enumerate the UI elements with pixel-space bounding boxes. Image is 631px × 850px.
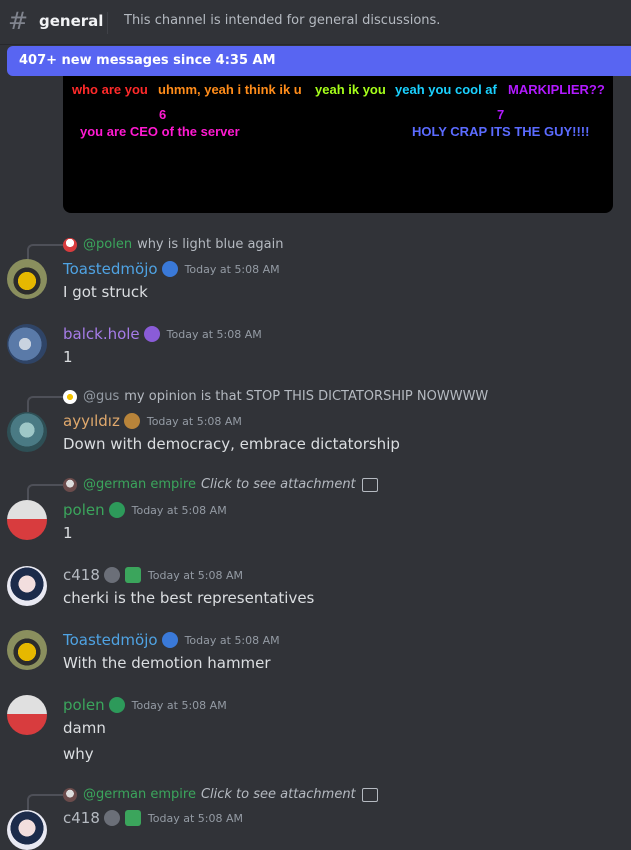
meme-number: 6 xyxy=(159,107,167,122)
sprout-badge-icon xyxy=(124,567,141,583)
avatar[interactable] xyxy=(7,695,47,735)
message-list: who are you uhmm, yeah i think ik u yeah… xyxy=(0,0,631,850)
avatar[interactable] xyxy=(7,412,47,452)
avatar[interactable] xyxy=(7,566,47,606)
grey-creature-badge-icon xyxy=(103,567,120,583)
reply-spine xyxy=(27,484,63,500)
message-header: c418 Today at 5:08 AM xyxy=(63,809,243,827)
message-header: Toastedmöjo Today at 5:08 AM xyxy=(63,631,280,649)
username[interactable]: polen xyxy=(63,501,105,519)
message-text: Down with democracy, embrace dictatorshi… xyxy=(63,435,400,453)
username[interactable]: Toastedmöjo xyxy=(63,631,158,649)
username[interactable]: ayyıldız xyxy=(63,412,120,430)
reply-spine xyxy=(27,794,63,810)
channel-topic[interactable]: This channel is intended for general dis… xyxy=(124,13,440,28)
reply-avatar xyxy=(63,237,77,252)
message-text: 1 xyxy=(63,348,73,366)
message-text: 1 xyxy=(63,524,73,542)
message-text: damn xyxy=(63,719,106,737)
meme-text: HOLY CRAP ITS THE GUY!!!! xyxy=(412,124,590,139)
reply-spine xyxy=(27,244,63,260)
message-text: I got struck xyxy=(63,283,148,301)
reply-preview[interactable]: @polen why is light blue again xyxy=(63,237,284,252)
bronze-creature-badge-icon xyxy=(123,413,140,429)
timestamp: Today at 5:08 AM xyxy=(184,262,280,276)
grey-creature-badge-icon xyxy=(103,810,120,826)
reply-username[interactable]: @gus xyxy=(83,389,119,404)
image-icon xyxy=(361,477,378,492)
timestamp: Today at 5:08 AM xyxy=(184,633,280,647)
message-header: polen Today at 5:08 AM xyxy=(63,501,227,519)
meme-text: who are you xyxy=(72,82,148,97)
reply-avatar xyxy=(63,389,77,404)
meme-text: uhmm, yeah i think ik u xyxy=(158,82,302,97)
meme-text: you are CEO of the server xyxy=(80,124,240,139)
timestamp: Today at 5:08 AM xyxy=(131,503,227,517)
reply-avatar xyxy=(63,787,77,802)
reply-preview[interactable]: @german empire Click to see attachment xyxy=(63,787,378,802)
blue-creature-badge-icon xyxy=(161,632,178,648)
message-header: balck.hole Today at 5:08 AM xyxy=(63,325,262,343)
username[interactable]: balck.hole xyxy=(63,325,140,343)
timestamp: Today at 5:08 AM xyxy=(131,698,227,712)
timestamp: Today at 5:08 AM xyxy=(146,414,242,428)
timestamp: Today at 5:08 AM xyxy=(166,327,262,341)
avatar[interactable] xyxy=(7,259,47,299)
reply-preview[interactable]: @gus my opinion is that STOP THIS DICTAT… xyxy=(63,389,488,404)
new-messages-bar[interactable]: 407+ new messages since 4:35 AM xyxy=(7,46,631,76)
channel-name[interactable]: general xyxy=(39,12,103,30)
reply-spine xyxy=(27,396,63,412)
green-creature-badge-icon xyxy=(108,502,125,518)
reply-username[interactable]: @german empire xyxy=(83,787,196,802)
purple-creature-badge-icon xyxy=(143,326,160,342)
image-icon xyxy=(361,787,378,802)
message-text: cherki is the best representatives xyxy=(63,589,315,607)
sprout-badge-icon xyxy=(124,810,141,826)
green-creature-badge-icon xyxy=(108,697,125,713)
reply-avatar xyxy=(63,477,77,492)
reply-text: Click to see attachment xyxy=(200,787,356,802)
username[interactable]: Toastedmöjo xyxy=(63,260,158,278)
avatar[interactable] xyxy=(7,500,47,540)
message-header: ayyıldız Today at 5:08 AM xyxy=(63,412,242,430)
reply-username[interactable]: @german empire xyxy=(83,477,196,492)
meme-text: MARKIPLIER?? xyxy=(508,82,605,97)
reply-username[interactable]: @polen xyxy=(83,237,132,252)
message-header: c418 Today at 5:08 AM xyxy=(63,566,243,584)
meme-number: 7 xyxy=(497,107,505,122)
blue-creature-badge-icon xyxy=(161,261,178,277)
reply-text: why is light blue again xyxy=(137,237,284,252)
header-divider xyxy=(107,12,108,34)
avatar[interactable] xyxy=(7,810,47,850)
reply-preview[interactable]: @german empire Click to see attachment xyxy=(63,477,378,492)
message-header: Toastedmöjo Today at 5:08 AM xyxy=(63,260,280,278)
channel-header: # general This channel is intended for g… xyxy=(0,0,631,45)
meme-text: yeah ik you xyxy=(315,82,386,97)
timestamp: Today at 5:08 AM xyxy=(147,811,243,825)
new-messages-text: 407+ new messages since 4:35 AM xyxy=(19,53,276,68)
message-text: why xyxy=(63,745,94,763)
message-text: With the demotion hammer xyxy=(63,654,271,672)
timestamp: Today at 5:08 AM xyxy=(147,568,243,582)
reply-text: Click to see attachment xyxy=(200,477,356,492)
avatar[interactable] xyxy=(7,630,47,670)
avatar[interactable] xyxy=(7,324,47,364)
embed-image[interactable]: who are you uhmm, yeah i think ik u yeah… xyxy=(63,60,613,213)
username[interactable]: polen xyxy=(63,696,105,714)
username[interactable]: c418 xyxy=(63,809,100,827)
username[interactable]: c418 xyxy=(63,566,100,584)
message-header: polen Today at 5:08 AM xyxy=(63,696,227,714)
reply-text: my opinion is that STOP THIS DICTATORSHI… xyxy=(124,389,489,404)
meme-text: yeah you cool af xyxy=(395,82,497,97)
hashtag-icon: # xyxy=(8,7,29,35)
